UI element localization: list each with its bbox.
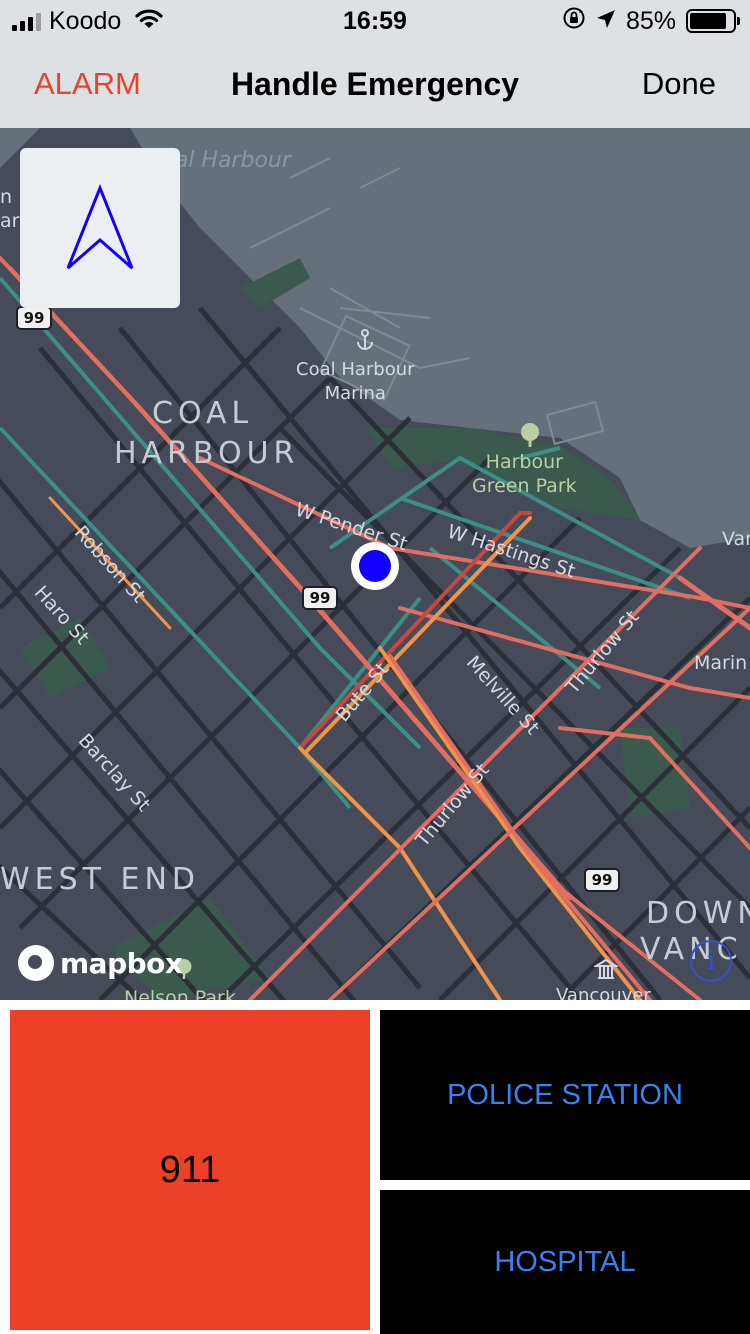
map-edge-label: n <box>0 186 13 208</box>
hospital-button[interactable]: HOSPITAL <box>380 1190 750 1334</box>
police-station-button[interactable]: POLICE STATION <box>380 1010 750 1180</box>
compass-button[interactable] <box>20 148 180 308</box>
highway-shield: 99 <box>16 306 52 330</box>
street-label-van: Van <box>722 528 750 550</box>
page-title: Handle Emergency <box>230 66 520 102</box>
mapbox-wordmark: mapbox <box>60 946 183 980</box>
battery-icon <box>686 9 740 33</box>
district-label-west-end: WEST END <box>0 862 201 897</box>
navigation-bar: ALARM Handle Emergency Done <box>0 40 750 128</box>
police-station-label: POLICE STATION <box>447 1078 683 1111</box>
status-bar: Koodo 16:59 85% <box>0 0 750 40</box>
user-location-marker <box>351 542 399 590</box>
done-button[interactable]: Done <box>642 66 716 102</box>
call-911-label: 911 <box>159 1148 221 1191</box>
hospital-label: HOSPITAL <box>494 1245 636 1278</box>
district-label-coal: COAL <box>152 396 254 431</box>
mapbox-mark-icon <box>18 945 54 981</box>
map-view[interactable]: Coal Harbour n ark Coal Harbour Marina C… <box>0 128 750 1000</box>
call-911-button[interactable]: 911 <box>10 1010 370 1330</box>
marina-label: Coal Harbour Marina <box>296 359 415 404</box>
vancouver-poi-label: Vancouver <box>556 985 651 1000</box>
info-button[interactable]: i <box>690 940 732 982</box>
battery-percent: 85% <box>625 6 676 35</box>
district-label-downtown-1: DOWN <box>646 896 750 931</box>
orientation-lock-icon <box>562 6 586 37</box>
highway-shield: 99 <box>584 868 620 892</box>
district-label-harbour: HARBOUR <box>114 436 300 471</box>
status-right: 85% <box>562 6 740 37</box>
highway-shield: 99 <box>302 586 338 610</box>
mapbox-logo[interactable]: mapbox <box>18 944 183 982</box>
street-label-marine: Marin <box>694 652 748 674</box>
nelson-park-label: Nelson Park <box>124 987 236 1000</box>
location-arrow-icon <box>596 7 616 36</box>
navigation-arrow-icon <box>66 183 134 270</box>
battery-fill <box>690 13 726 29</box>
park-label: Harbour Green Park <box>472 451 577 497</box>
